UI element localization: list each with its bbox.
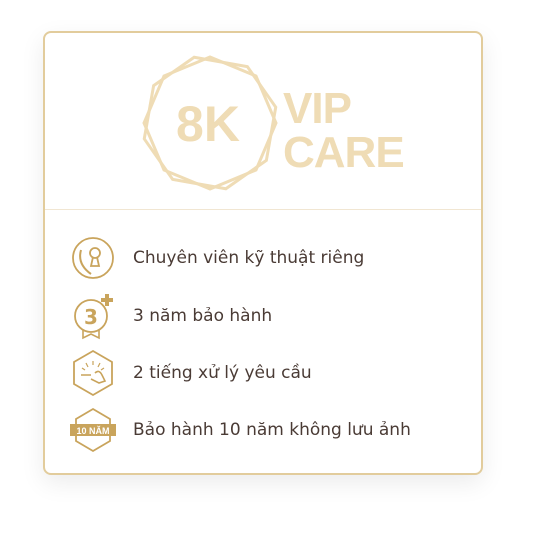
logo-line2: CARE: [283, 128, 405, 177]
logo-line1: VIP: [283, 84, 352, 133]
hand-hexagon-icon: [73, 349, 113, 397]
logo-badge: 8K: [176, 96, 240, 152]
badge-text: 10 NĂM: [76, 426, 109, 436]
feature-label: 2 tiếng xử lý yêu cầu: [133, 363, 312, 383]
vip-care-card: 8K VIP CARE Chuyên viên kỹ thuật riêng 3…: [43, 31, 483, 475]
svg-text:3: 3: [84, 305, 98, 329]
feature-label: 3 năm bảo hành: [133, 306, 273, 326]
ten-year-hexagon-icon: 10 NĂM: [70, 407, 116, 453]
phone-keyhole-icon: [72, 237, 114, 279]
feature-item: Chuyên viên kỹ thuật riêng: [69, 235, 364, 281]
octagon-logo-icon: 8K: [142, 55, 278, 191]
feature-item: 10 NĂM Bảo hành 10 năm không lưu ảnh: [69, 407, 411, 453]
feature-label: Bảo hành 10 năm không lưu ảnh: [133, 420, 411, 440]
logo-title: VIP CARE: [283, 84, 405, 177]
feature-item: 2 tiếng xử lý yêu cầu: [69, 349, 312, 397]
feature-item: 3 3 năm bảo hành: [69, 293, 273, 340]
three-plus-medal-icon: 3: [74, 294, 113, 340]
feature-label: Chuyên viên kỹ thuật riêng: [133, 248, 365, 268]
divider: [45, 209, 481, 210]
